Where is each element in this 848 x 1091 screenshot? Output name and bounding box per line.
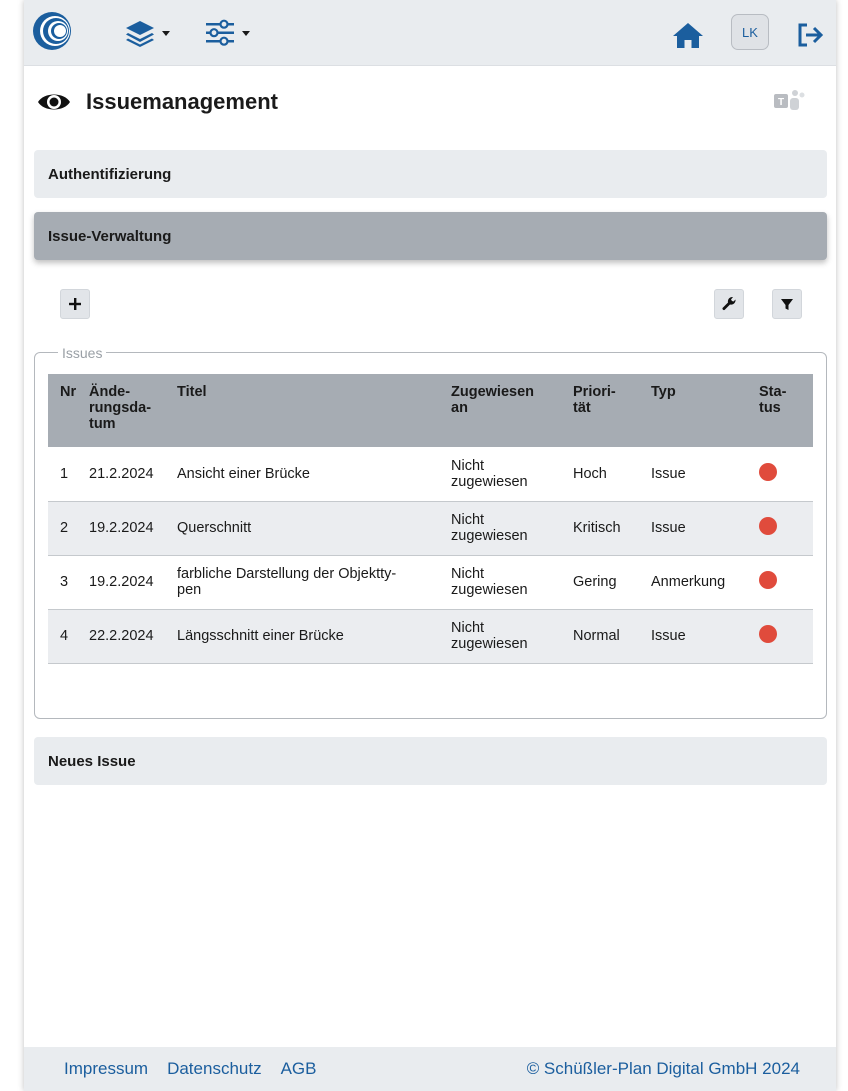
column-header-assigned[interactable]: Zugewiesen an — [445, 374, 567, 447]
user-avatar-button[interactable]: LK — [731, 14, 769, 50]
column-header-nr[interactable]: Nr — [48, 374, 83, 447]
eye-icon — [38, 94, 70, 110]
cell-title: Längsschnitt einer Brücke — [171, 609, 445, 664]
table-row[interactable]: 1 21.2.2024 Ansicht einer Brücke Nicht z… — [48, 447, 813, 502]
column-header-date[interactable]: Ände- rungsda- tum — [83, 374, 171, 447]
accordion-label: Neues Issue — [48, 752, 136, 770]
cell-priority: Normal — [567, 609, 645, 664]
cell-type: Issue — [645, 501, 753, 556]
cell-title: Ansicht einer Brücke — [171, 447, 445, 502]
cell-status — [753, 447, 813, 502]
filter-icon — [781, 299, 793, 310]
page-header: Issuemanagement — [36, 84, 278, 120]
issues-legend: Issues — [58, 345, 107, 361]
table-row[interactable]: 3 19.2.2024 farbliche Darstellung der Ob… — [48, 555, 813, 610]
accordion-label: Issue-Verwaltung — [48, 227, 172, 245]
cell-status — [753, 609, 813, 664]
accordion-neues-issue[interactable]: Neues Issue — [34, 737, 827, 785]
accordion-issue-verwaltung[interactable]: Issue-Verwaltung — [34, 212, 827, 260]
wrench-icon — [722, 296, 736, 311]
agb-link[interactable]: AGB — [281, 1059, 317, 1079]
cell-nr: 4 — [48, 609, 83, 664]
column-header-type[interactable]: Typ — [645, 374, 753, 447]
cell-type: Issue — [645, 609, 753, 664]
cell-priority: Gering — [567, 555, 645, 610]
accordion-authentifizierung[interactable]: Authentifizierung — [34, 150, 827, 198]
chevron-down-icon — [162, 30, 170, 36]
top-bar: LK — [24, 0, 836, 66]
cell-assigned: Nicht zugewiesen — [445, 447, 567, 502]
sliders-icon — [206, 19, 234, 46]
layers-menu-button[interactable] — [124, 18, 170, 48]
column-header-priority[interactable]: Priori- tät — [567, 374, 645, 447]
status-dot-icon — [759, 625, 777, 643]
cell-title: Querschnitt — [171, 501, 445, 556]
cell-priority: Hoch — [567, 447, 645, 502]
cell-status — [753, 501, 813, 556]
cell-type: Issue — [645, 447, 753, 502]
settings-tool-button[interactable] — [714, 289, 744, 319]
status-dot-icon — [759, 571, 777, 589]
svg-text:T: T — [778, 97, 784, 108]
cell-status — [753, 555, 813, 610]
cell-date: 22.2.2024 — [83, 609, 171, 664]
cell-nr: 1 — [48, 447, 83, 502]
table-row[interactable]: 4 22.2.2024 Längsschnitt einer Brücke Ni… — [48, 609, 813, 664]
datenschutz-link[interactable]: Datenschutz — [167, 1059, 262, 1079]
cell-nr: 3 — [48, 555, 83, 610]
cell-assigned: Nicht zugewiesen — [445, 609, 567, 664]
app-window: LK Issuemanagement T Authentifizierung I… — [24, 0, 836, 1091]
cell-date: 21.2.2024 — [83, 447, 171, 502]
home-icon[interactable] — [671, 20, 705, 50]
status-dot-icon — [759, 462, 777, 481]
issues-table: Nr Ände- rungsda- tum Titel Zugewiesen a… — [48, 374, 813, 664]
footer: Impressum Datenschutz AGB © Schüßler-Pla… — [24, 1047, 836, 1091]
settings-menu-button[interactable] — [204, 18, 250, 48]
cell-assigned: Nicht zugewiesen — [445, 555, 567, 610]
cell-date: 19.2.2024 — [83, 555, 171, 610]
copyright-text: © Schüßler-Plan Digital GmbH 2024 — [526, 1059, 800, 1078]
cell-title: farbliche Darstellung der Objektty- pen — [171, 555, 445, 610]
user-initials: LK — [742, 24, 758, 40]
cell-priority: Kritisch — [567, 501, 645, 556]
impressum-link[interactable]: Impressum — [64, 1059, 148, 1079]
layers-icon — [126, 21, 154, 47]
cell-nr: 2 — [48, 501, 83, 556]
table-header-row: Nr Ände- rungsda- tum Titel Zugewiesen a… — [48, 374, 813, 447]
filter-button[interactable] — [772, 289, 802, 319]
cell-date: 19.2.2024 — [83, 501, 171, 556]
page-title: Issuemanagement — [86, 89, 278, 114]
accordion-label: Authentifizierung — [48, 165, 172, 183]
add-issue-button[interactable] — [60, 289, 90, 319]
cell-assigned: Nicht zugewiesen — [445, 501, 567, 556]
column-header-status[interactable]: Sta- tus — [753, 374, 813, 447]
chevron-down-icon — [242, 30, 250, 36]
app-logo[interactable] — [32, 11, 72, 51]
column-header-title[interactable]: Titel — [171, 374, 445, 447]
logout-icon[interactable] — [796, 22, 824, 48]
status-dot-icon — [759, 517, 777, 535]
plus-icon — [69, 298, 81, 310]
cell-type: Anmerkung — [645, 555, 753, 610]
teams-icon[interactable]: T — [772, 86, 806, 114]
table-row[interactable]: 2 19.2.2024 Querschnitt Nicht zugewiesen… — [48, 501, 813, 556]
